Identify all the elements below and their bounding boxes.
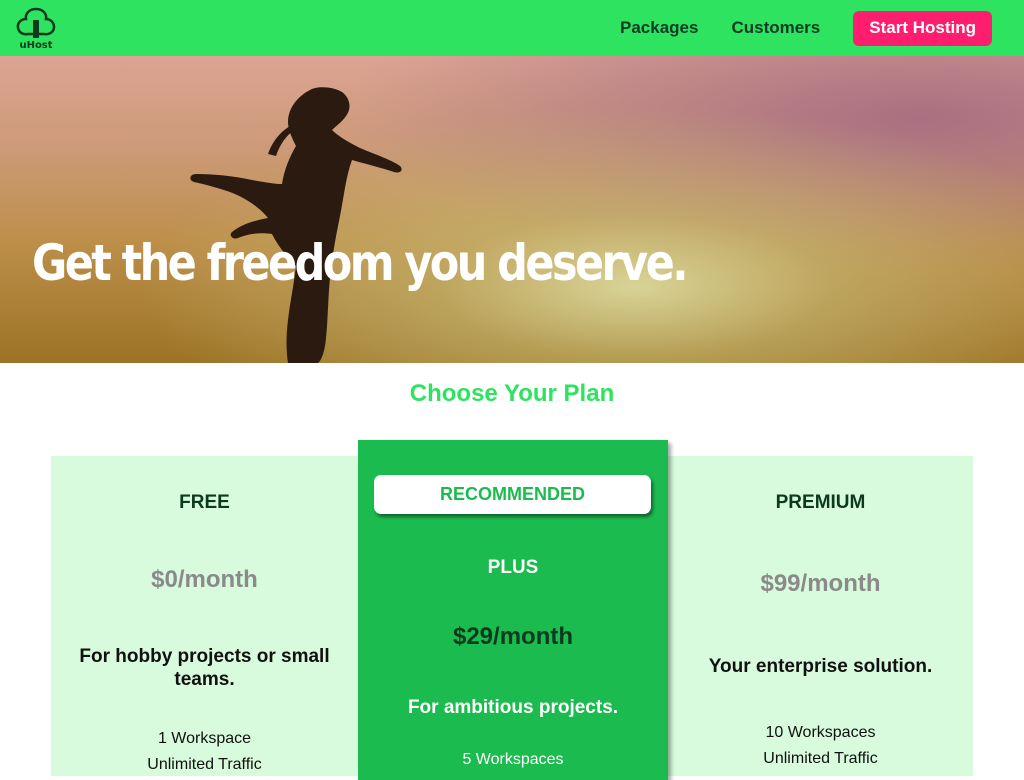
plan-price: $29/month	[452, 623, 574, 650]
hero-banner: Get the freedom you deserve.	[0, 56, 1024, 363]
recommended-badge: RECOMMENDED	[374, 475, 651, 514]
plan-features: 5 Workspaces	[358, 747, 668, 773]
uhost-logo[interactable]: uHost	[14, 6, 58, 51]
feature-item: 5 Workspaces	[462, 751, 564, 768]
plans-heading: Choose Your Plan	[409, 380, 615, 407]
logo-text: uHost	[19, 40, 52, 50]
plan-price: $0/month	[151, 566, 258, 593]
feature-item: 1 Workspace	[157, 730, 252, 747]
plan-description: Your enterprise solution.	[708, 656, 933, 677]
site-header: uHost Packages Customers Start Hosting	[0, 0, 1024, 56]
plan-features: 1 Workspace Unlimited Traffic	[51, 726, 358, 778]
plan-price: $99/month	[760, 570, 881, 597]
feature-item: Unlimited Traffic	[147, 756, 262, 773]
plan-name: PREMIUM	[775, 492, 866, 513]
nav-packages[interactable]: Packages	[620, 18, 698, 38]
feature-item: Unlimited Traffic	[763, 750, 878, 767]
plan-name: PLUS	[487, 557, 539, 578]
plan-description: For hobby projects or small teams.	[79, 646, 330, 690]
plan-card-premium[interactable]: PREMIUM $99/month Your enterprise soluti…	[668, 456, 973, 776]
plan-name: FREE	[179, 492, 230, 513]
nav-customers[interactable]: Customers	[731, 18, 820, 38]
plan-card-free[interactable]: FREE $0/month For hobby projects or smal…	[51, 456, 358, 776]
plan-card-plus[interactable]: RECOMMENDED PLUS $29/month For ambitious…	[358, 440, 668, 780]
hero-title: Get the freedom you deserve.	[32, 234, 689, 292]
plan-description: For ambitious projects.	[407, 697, 619, 718]
plan-features: 10 Workspaces Unlimited Traffic	[668, 720, 973, 772]
main-nav: Packages Customers Start Hosting	[620, 0, 992, 56]
start-hosting-button[interactable]: Start Hosting	[853, 10, 992, 46]
feature-item: 10 Workspaces	[765, 724, 876, 741]
dancer-silhouette	[190, 87, 402, 363]
